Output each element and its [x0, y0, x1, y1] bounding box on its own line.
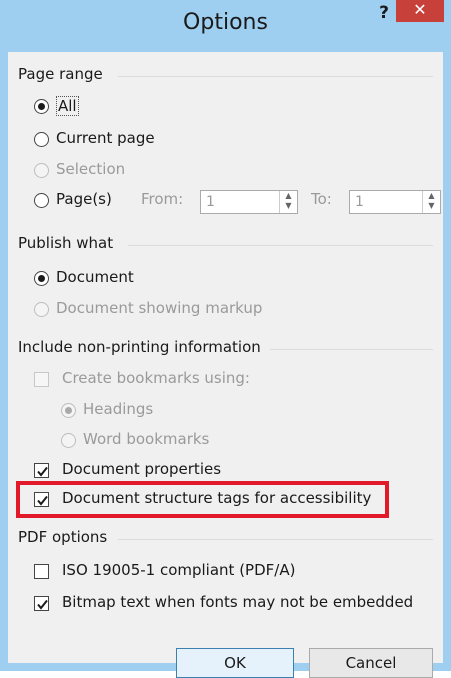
title-bar[interactable]: Options ? ✕ — [0, 0, 451, 52]
radio-all[interactable] — [34, 99, 49, 114]
dialog-body: Page range All Current page Selection Pa… — [8, 52, 443, 678]
radio-word-bookmarks — [61, 433, 76, 448]
page-range-heading: Page range — [18, 65, 103, 83]
radio-document-label: Document — [56, 268, 134, 286]
iso-label: ISO 19005-1 compliant (PDF/A) — [62, 561, 296, 579]
highlight-box — [16, 481, 389, 518]
close-button[interactable]: ✕ — [396, 0, 444, 22]
from-spin-arrows[interactable]: ▲ ▼ — [279, 191, 297, 213]
document-properties-label: Document properties — [62, 460, 222, 478]
radio-document[interactable] — [34, 271, 49, 286]
radio-selection — [34, 163, 49, 178]
to-value: 1 — [355, 194, 364, 210]
radio-current-page[interactable] — [34, 132, 49, 147]
bitmap-text-checkbox[interactable] — [34, 596, 49, 611]
check-icon — [37, 466, 48, 477]
radio-pages[interactable] — [34, 193, 49, 208]
pdf-options-heading: PDF options — [18, 528, 108, 546]
create-bookmarks-checkbox — [34, 372, 49, 387]
from-value: 1 — [206, 194, 215, 210]
options-dialog: Options ? ✕ Page range All Current page … — [0, 0, 451, 678]
cancel-button[interactable]: Cancel — [309, 648, 433, 678]
radio-word-bookmarks-label: Word bookmarks — [83, 430, 210, 448]
radio-pages-label: Page(s) — [56, 190, 112, 208]
to-label: To: — [311, 190, 332, 208]
from-spinner[interactable]: 1 ▲ ▼ — [200, 190, 298, 214]
group-divider — [128, 245, 433, 246]
publish-what-heading: Publish what — [18, 234, 114, 252]
group-divider — [118, 76, 433, 77]
group-divider — [118, 539, 433, 540]
bitmap-text-label: Bitmap text when fonts may not be embedd… — [62, 593, 414, 611]
create-bookmarks-label: Create bookmarks using: — [62, 369, 250, 387]
radio-current-page-label: Current page — [56, 129, 155, 147]
to-spin-arrows[interactable]: ▲ ▼ — [422, 191, 440, 213]
ok-button[interactable]: OK — [176, 648, 294, 678]
help-button[interactable]: ? — [371, 2, 397, 28]
to-spinner[interactable]: 1 ▲ ▼ — [349, 190, 441, 214]
from-label: From: — [141, 190, 184, 208]
radio-headings — [61, 403, 76, 418]
check-icon — [37, 599, 48, 610]
radio-document-markup — [34, 302, 49, 317]
radio-headings-label: Headings — [83, 400, 154, 418]
radio-all-label: All — [56, 96, 79, 116]
document-properties-checkbox[interactable] — [34, 463, 49, 478]
group-divider — [270, 349, 433, 350]
iso-checkbox[interactable] — [34, 564, 49, 579]
radio-selection-label: Selection — [56, 160, 126, 178]
non-printing-heading: Include non-printing information — [18, 338, 261, 356]
radio-document-markup-label: Document showing markup — [56, 299, 263, 317]
